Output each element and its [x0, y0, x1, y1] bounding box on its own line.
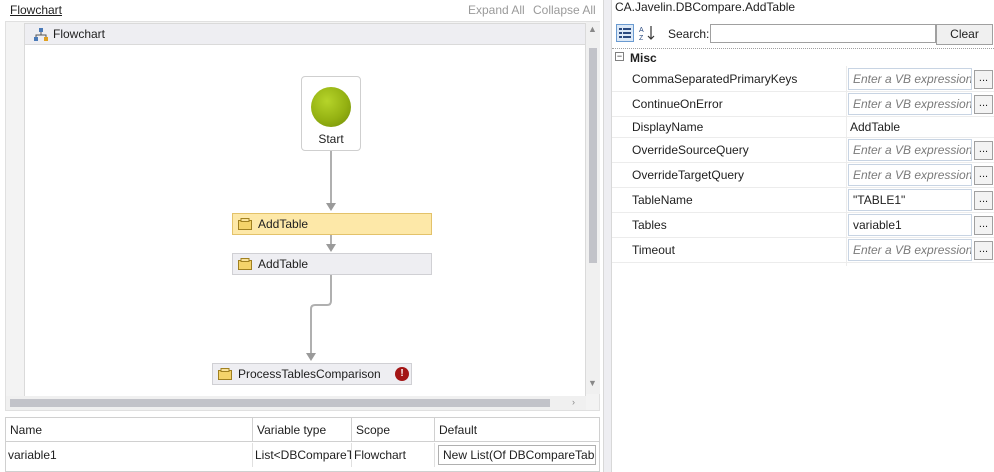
ellipsis-button[interactable]: ...: [974, 216, 993, 235]
property-name: Tables: [632, 218, 667, 232]
properties-title: CA.Javelin.DBCompare.AddTable: [615, 0, 796, 14]
expand-all-button[interactable]: Expand All: [468, 3, 525, 17]
properties-toolbar: A Z Search: Clear: [612, 22, 994, 46]
ellipsis-button[interactable]: ...: [974, 166, 993, 185]
property-row-timeout: Timeout Enter a VB expression ...: [612, 238, 994, 263]
property-value-input[interactable]: Enter a VB expression: [848, 139, 972, 161]
categorize-icon[interactable]: [616, 24, 634, 42]
activity-addtable[interactable]: AddTable: [232, 253, 432, 275]
property-row-commaseparatedprimarykeys: CommaSeparatedPrimaryKeys Enter a VB exp…: [612, 67, 994, 92]
variables-grid: Name Variable type Scope Default variabl…: [5, 417, 600, 472]
activity-addtable-selected[interactable]: AddTable: [232, 213, 432, 235]
property-name: OverrideTargetQuery: [632, 168, 745, 182]
misc-category[interactable]: − Misc: [612, 48, 994, 66]
scroll-down-icon[interactable]: ▼: [588, 378, 597, 388]
variable-type-cell[interactable]: List<DBCompareT: [253, 443, 352, 467]
collapse-all-button[interactable]: Collapse All: [533, 3, 596, 17]
property-value-input[interactable]: Enter a VB expression: [848, 68, 972, 90]
start-circle-icon: [311, 87, 351, 127]
property-row-overridetargetquery: OverrideTargetQuery Enter a VB expressio…: [612, 163, 994, 188]
property-row-displayname: DisplayName AddTable: [612, 117, 994, 138]
clear-button[interactable]: Clear: [936, 24, 993, 45]
property-name: DisplayName: [632, 120, 704, 134]
property-value-input[interactable]: variable1: [848, 214, 972, 236]
scroll-up-icon[interactable]: ▲: [588, 24, 597, 34]
activity-icon: [238, 218, 252, 230]
vertical-scrollbar[interactable]: ▲ ▼: [586, 22, 600, 394]
activity-label: ProcessTablesComparison: [238, 367, 381, 381]
property-name: ContinueOnError: [632, 97, 723, 111]
breadcrumb[interactable]: Flowchart: [10, 3, 62, 17]
property-row-continueonerror: ContinueOnError Enter a VB expression ..…: [612, 92, 994, 117]
horizontal-scrollbar[interactable]: ›: [6, 396, 586, 410]
variables-header-name[interactable]: Name: [6, 418, 253, 442]
variables-header-type[interactable]: Variable type: [253, 418, 352, 442]
property-name: TableName: [632, 193, 693, 207]
activity-processtablescomparison[interactable]: ProcessTablesComparison !: [212, 363, 412, 385]
flowchart-header[interactable]: Flowchart: [24, 23, 586, 45]
ellipsis-button[interactable]: ...: [974, 241, 993, 260]
activity-icon: [238, 258, 252, 270]
vertical-scroll-thumb[interactable]: [589, 48, 597, 263]
activity-label: AddTable: [258, 217, 309, 231]
property-name: OverrideSourceQuery: [632, 143, 749, 157]
property-name: Timeout: [632, 243, 675, 257]
property-value-input[interactable]: Enter a VB expression: [848, 164, 972, 186]
variable-scope-cell[interactable]: Flowchart: [352, 443, 435, 467]
property-name: CommaSeparatedPrimaryKeys: [632, 72, 798, 86]
variables-header-default[interactable]: Default: [435, 418, 599, 442]
property-search-input[interactable]: [710, 24, 936, 43]
validation-error-icon[interactable]: !: [395, 367, 409, 381]
property-row-tablename: TableName "TABLE1" ...: [612, 188, 994, 213]
flowchart-icon: [34, 28, 48, 41]
variables-header-scope[interactable]: Scope: [352, 418, 435, 442]
ellipsis-button[interactable]: ...: [974, 141, 993, 160]
variable-default-input[interactable]: New List(Of DBCompareTabl: [438, 445, 596, 465]
start-node[interactable]: Start: [301, 76, 361, 151]
flowchart-canvas[interactable]: Start AddTable AddTable ProcessTablesCom…: [24, 45, 586, 396]
property-value-input[interactable]: "TABLE1": [848, 189, 972, 211]
svg-text:A: A: [639, 27, 644, 34]
flowchart-title: Flowchart: [53, 27, 106, 41]
category-label: Misc: [630, 51, 657, 65]
pane-splitter[interactable]: [603, 0, 612, 472]
ellipsis-button[interactable]: ...: [974, 95, 993, 114]
horizontal-scroll-thumb[interactable]: [10, 399, 550, 407]
svg-text:Z: Z: [639, 35, 644, 42]
ellipsis-button[interactable]: ...: [974, 70, 993, 89]
collapse-minus-icon[interactable]: −: [615, 52, 624, 61]
activity-label: AddTable: [258, 257, 309, 271]
property-value-text[interactable]: AddTable: [850, 120, 900, 134]
activity-icon: [218, 368, 232, 380]
property-row-overridesourcequery: OverrideSourceQuery Enter a VB expressio…: [612, 138, 994, 163]
designer-canvas-area: Flowchart Start AddTable AddTable Proces…: [5, 21, 600, 411]
variable-name-cell[interactable]: variable1: [6, 443, 253, 467]
property-value-input[interactable]: Enter a VB expression: [848, 93, 972, 115]
sort-alphabetical-icon[interactable]: A Z: [638, 24, 656, 42]
properties-panel: CA.Javelin.DBCompare.AddTable A Z Search…: [612, 0, 994, 472]
search-label: Search:: [668, 27, 710, 41]
workflow-designer: Flowchart Expand All Collapse All Flowch…: [0, 0, 603, 472]
scroll-right-icon[interactable]: ›: [572, 397, 575, 407]
property-row-tables: Tables variable1 ...: [612, 213, 994, 238]
ellipsis-button[interactable]: ...: [974, 191, 993, 210]
start-label: Start: [318, 132, 344, 146]
property-value-input[interactable]: Enter a VB expression: [848, 239, 972, 261]
breadcrumb-bar: Flowchart Expand All Collapse All: [0, 0, 603, 20]
